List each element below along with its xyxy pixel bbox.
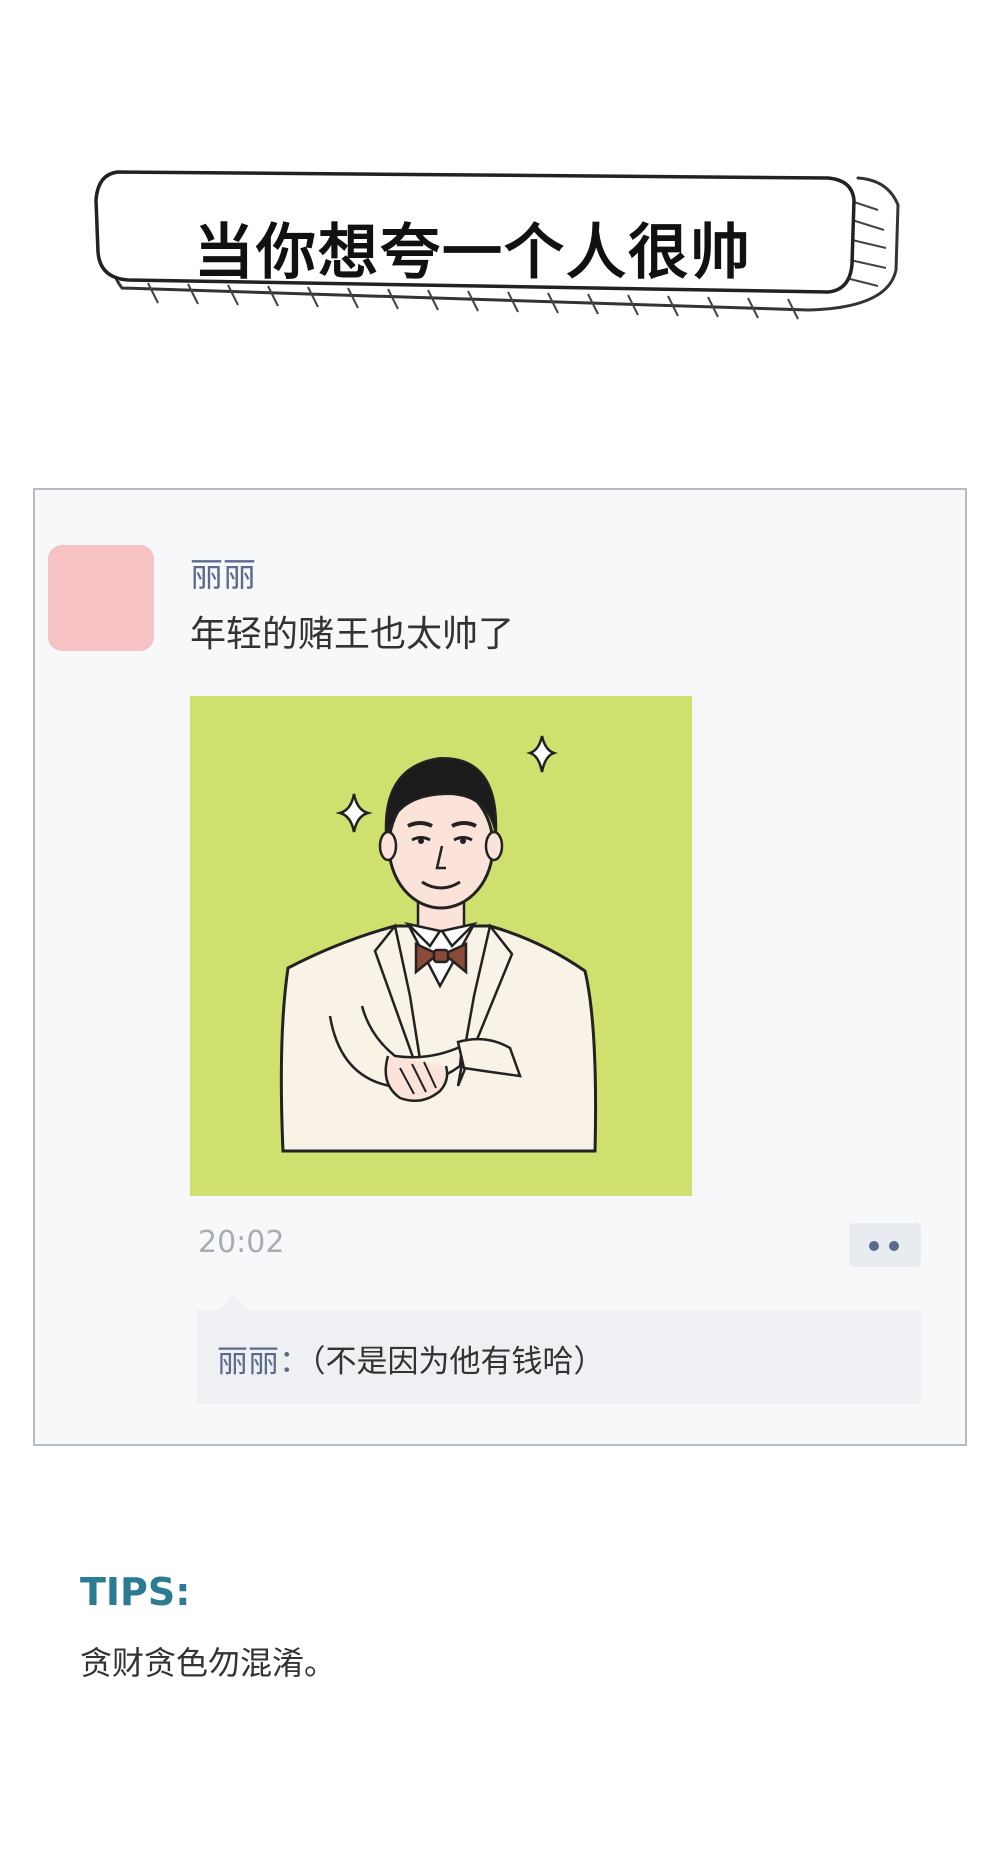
comment-area: 丽丽：（不是因为他有钱哈） (197, 1296, 921, 1404)
page: 当你想夸一个人很帅 丽丽 年轻的赌王也太帅了 20:02 丽丽：（不是因为他有钱… (0, 0, 1000, 1856)
post-timestamp: 20:02 (198, 1225, 285, 1260)
comment-item[interactable]: 丽丽：（不是因为他有钱哈） (217, 1336, 605, 1381)
comment-pointer-icon (219, 1296, 247, 1310)
page-title: 当你想夸一个人很帅 (194, 218, 752, 288)
dot-icon (889, 1241, 899, 1251)
avatar[interactable] (48, 545, 154, 651)
post-image[interactable] (190, 696, 692, 1196)
post-username[interactable]: 丽丽 (190, 548, 256, 596)
man-in-white-suit-illustration-icon (279, 735, 598, 1153)
more-options-button[interactable] (849, 1223, 921, 1267)
comment-text: （不是因为他有钱哈） (310, 1344, 605, 1380)
title-banner: 当你想夸一个人很帅 (88, 160, 908, 335)
dot-icon (869, 1241, 879, 1251)
tips-heading: TIPS: (80, 1570, 191, 1614)
moments-post-card: 丽丽 年轻的赌王也太帅了 20:02 丽丽：（不是因为他有钱哈） (33, 488, 967, 1446)
post-text: 年轻的赌王也太帅了 (190, 614, 515, 655)
tips-text: 贪财贪色勿混淆。 (80, 1644, 337, 1682)
comment-author[interactable]: 丽丽： (217, 1344, 310, 1380)
